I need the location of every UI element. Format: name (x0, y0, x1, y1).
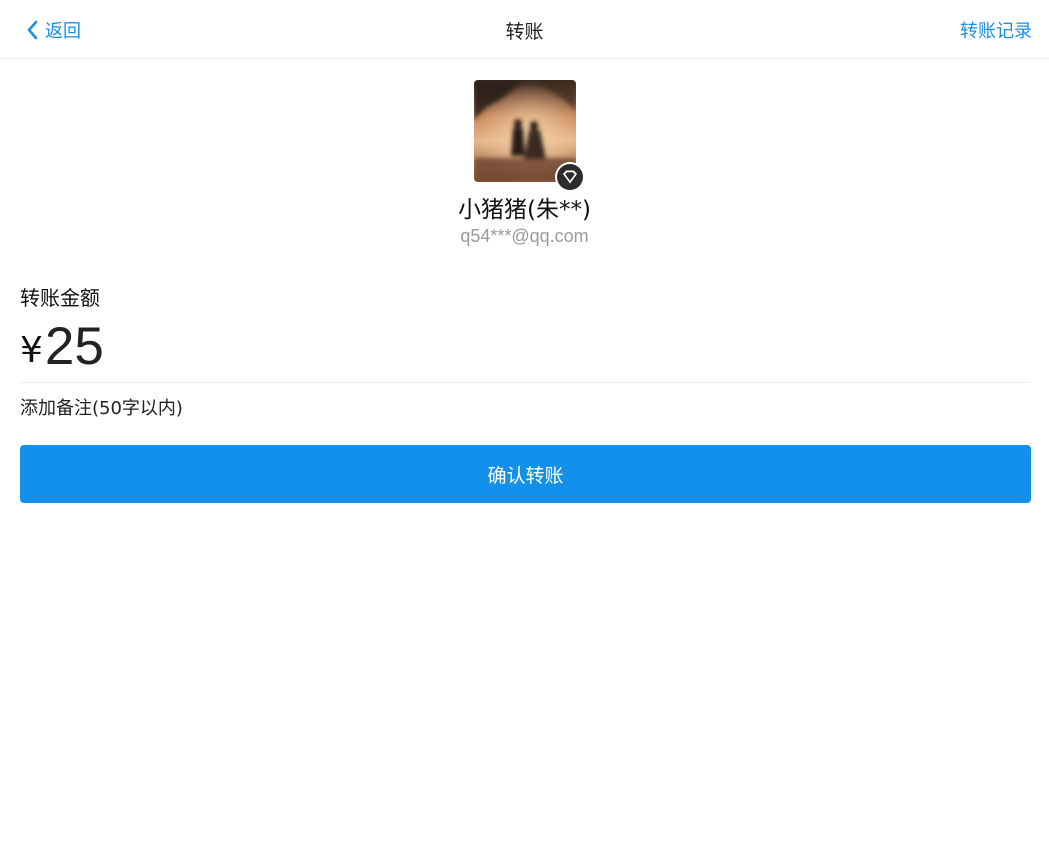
confirm-transfer-button[interactable]: 确认转账 (20, 445, 1031, 503)
payee-name: 小猪猪(朱**) (458, 197, 591, 223)
divider (20, 382, 1030, 383)
back-label: 返回 (45, 21, 81, 42)
currency-symbol: ¥ (20, 330, 43, 371)
payee-account: q54***@qq.com (460, 226, 589, 246)
page-title: 转账 (505, 21, 544, 43)
navbar: 返回 转账 转账记录 (0, 0, 1049, 59)
avatar-container (473, 80, 585, 192)
amount-value[interactable]: 25 (45, 318, 104, 376)
vip-badge (554, 162, 585, 192)
add-remark-link[interactable]: 添加备注(50字以内) (20, 394, 183, 420)
amount-input[interactable]: ¥ 25 (20, 316, 104, 376)
chevron-left-icon (27, 20, 38, 40)
transfer-history-link[interactable]: 转账记录 (960, 17, 1032, 43)
amount-label: 转账金额 (20, 286, 100, 310)
payee-card: 小猪猪(朱**) q54***@qq.com (0, 80, 1049, 247)
diamond-icon (562, 170, 577, 184)
back-button[interactable]: 返回 (25, 17, 81, 43)
